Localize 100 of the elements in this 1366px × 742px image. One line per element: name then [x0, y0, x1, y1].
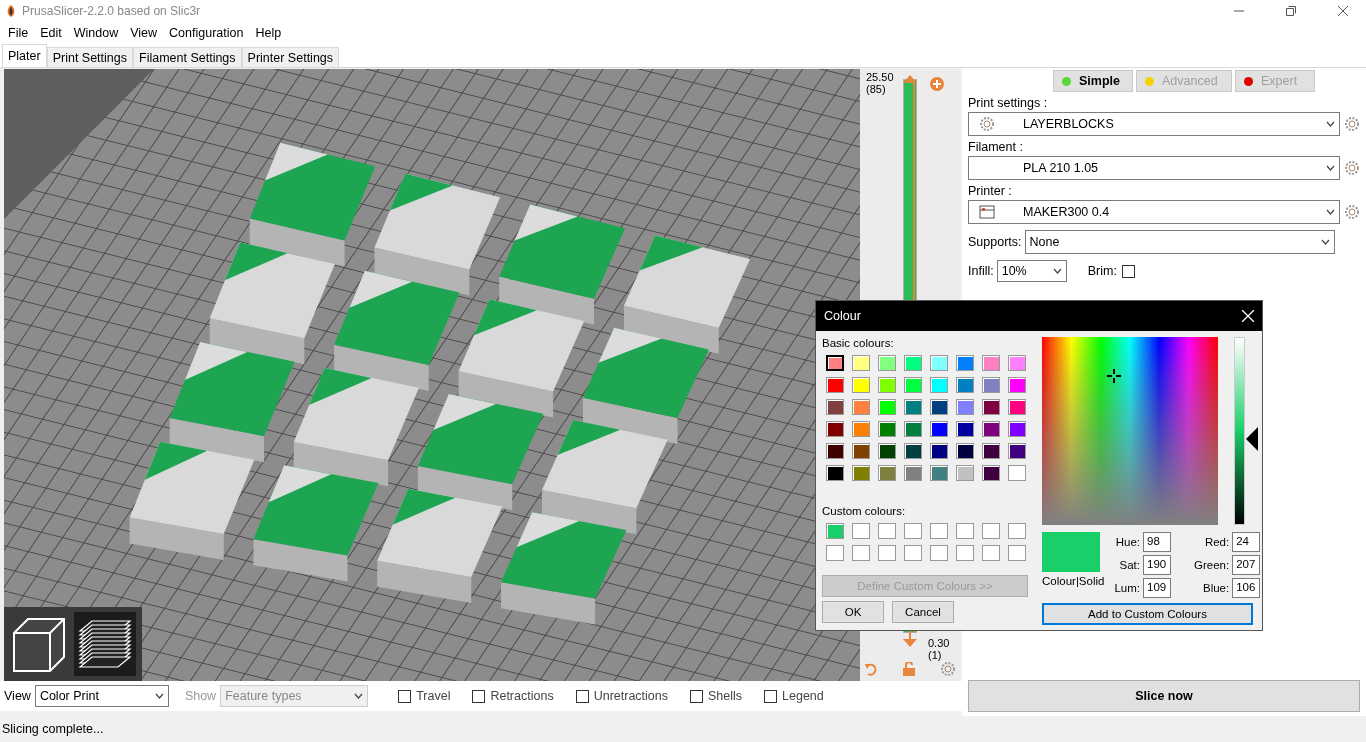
custom-colour-swatch[interactable] [904, 545, 922, 561]
custom-colour-swatch[interactable] [878, 545, 896, 561]
menu-item[interactable]: Window [67, 26, 125, 40]
colour-swatch[interactable] [878, 377, 896, 393]
custom-colour-swatch[interactable] [904, 523, 922, 539]
colour-swatch[interactable] [1008, 377, 1026, 393]
option-checkbox[interactable]: Retractions [472, 689, 554, 703]
colour-swatch[interactable] [904, 377, 922, 393]
input-field[interactable]: 207 [1232, 555, 1261, 575]
colour-swatch[interactable] [878, 443, 896, 459]
colour-swatch[interactable] [1008, 465, 1026, 481]
add-color-change-icon[interactable] [930, 77, 944, 91]
custom-colour-swatch[interactable] [1008, 545, 1026, 561]
custom-colour-swatch[interactable] [878, 523, 896, 539]
colour-swatch[interactable] [904, 443, 922, 459]
colour-swatch[interactable] [982, 377, 1000, 393]
brim-checkbox[interactable]: Brim: [1087, 264, 1135, 278]
settings-icon[interactable] [1344, 160, 1360, 176]
preset-dropdown[interactable]: PLA 210 1.05 [968, 156, 1340, 180]
input-field[interactable]: 109 [1143, 578, 1171, 598]
tab[interactable]: Printer Settings [241, 47, 340, 67]
colour-swatch[interactable] [826, 443, 844, 459]
colour-swatch[interactable] [982, 443, 1000, 459]
colour-swatch[interactable] [1008, 399, 1026, 415]
option-checkbox[interactable]: Unretractions [575, 689, 668, 703]
colour-swatch[interactable] [956, 377, 974, 393]
colour-swatch[interactable] [904, 355, 922, 371]
preset-dropdown[interactable]: MAKER300 0.4 [968, 200, 1340, 224]
colour-swatch[interactable] [904, 399, 922, 415]
colour-swatch[interactable] [878, 355, 896, 371]
colour-swatch[interactable] [826, 465, 844, 481]
colour-swatch[interactable] [826, 377, 844, 393]
colour-swatch[interactable] [852, 399, 870, 415]
cube-icon[interactable] [10, 615, 68, 673]
colour-swatch[interactable] [826, 355, 844, 371]
custom-colour-swatch[interactable] [852, 545, 870, 561]
menu-item[interactable]: Configuration [163, 26, 250, 40]
close-icon[interactable] [1338, 6, 1348, 16]
add-to-custom-colours-button[interactable]: Add to Custom Colours [1042, 603, 1253, 625]
colour-swatch[interactable] [878, 465, 896, 481]
colour-swatch[interactable] [956, 399, 974, 415]
colour-swatch[interactable] [982, 399, 1000, 415]
custom-colour-swatch[interactable] [982, 523, 1000, 539]
colour-swatch[interactable] [852, 443, 870, 459]
menu-item[interactable]: Edit [34, 26, 68, 40]
slice-now-button[interactable]: Slice now [968, 680, 1360, 712]
tab[interactable]: Plater [2, 44, 47, 67]
ok-button[interactable]: OK [822, 601, 884, 623]
custom-colour-swatch[interactable] [852, 523, 870, 539]
settings-icon[interactable] [940, 661, 956, 677]
colour-swatch[interactable] [852, 377, 870, 393]
colour-spectrum[interactable] [1042, 337, 1218, 525]
colour-swatch[interactable] [982, 465, 1000, 481]
option-checkbox[interactable]: Shells [690, 689, 743, 703]
custom-colour-swatch[interactable] [826, 545, 844, 561]
cancel-button[interactable]: Cancel [892, 601, 954, 623]
colour-swatch[interactable] [930, 421, 948, 437]
custom-colour-swatch[interactable] [930, 523, 948, 539]
upper-thumb-icon[interactable] [903, 75, 917, 83]
colour-swatch[interactable] [1008, 355, 1026, 371]
undo-icon[interactable] [864, 662, 878, 676]
colour-swatch[interactable] [956, 355, 974, 371]
input-field[interactable]: 24 [1232, 532, 1261, 552]
custom-colour-swatch[interactable] [956, 545, 974, 561]
colour-swatch[interactable] [852, 421, 870, 437]
colour-swatch[interactable] [982, 355, 1000, 371]
input-field[interactable]: 190 [1143, 555, 1171, 575]
luminance-bar[interactable] [1234, 337, 1245, 525]
colour-swatch[interactable] [1008, 421, 1026, 437]
settings-icon[interactable] [1344, 116, 1360, 132]
custom-colour-swatch[interactable] [826, 523, 844, 539]
input-field[interactable]: 98 [1143, 532, 1171, 552]
colour-swatch[interactable] [878, 399, 896, 415]
colour-swatch[interactable] [982, 421, 1000, 437]
settings-icon[interactable] [1344, 204, 1360, 220]
unlock-icon[interactable] [903, 662, 915, 676]
colour-swatch[interactable] [904, 465, 922, 481]
colour-swatch[interactable] [930, 377, 948, 393]
tab[interactable]: Filament Settings [133, 47, 242, 67]
colour-swatch[interactable] [1008, 443, 1026, 459]
colour-swatch[interactable] [956, 465, 974, 481]
option-checkbox[interactable]: Travel [398, 689, 451, 703]
colour-swatch[interactable] [852, 355, 870, 371]
colour-swatch[interactable] [878, 421, 896, 437]
option-checkbox[interactable]: Legend [764, 689, 824, 703]
input-field[interactable]: 106 [1232, 578, 1261, 598]
colour-swatch[interactable] [930, 355, 948, 371]
mode-button[interactable]: Simple [1053, 70, 1133, 92]
restore-icon[interactable] [1286, 6, 1296, 16]
colour-swatch[interactable] [956, 443, 974, 459]
colour-swatch[interactable] [826, 421, 844, 437]
menu-item[interactable]: View [124, 26, 164, 40]
tab[interactable]: Print Settings [46, 47, 133, 67]
colour-swatch[interactable] [904, 421, 922, 437]
colour-swatch[interactable] [930, 399, 948, 415]
infill-dropdown[interactable]: 10% [996, 260, 1067, 282]
colour-swatch[interactable] [852, 465, 870, 481]
custom-colour-swatch[interactable] [930, 545, 948, 561]
menu-item[interactable]: File [2, 26, 35, 40]
colour-swatch[interactable] [956, 421, 974, 437]
